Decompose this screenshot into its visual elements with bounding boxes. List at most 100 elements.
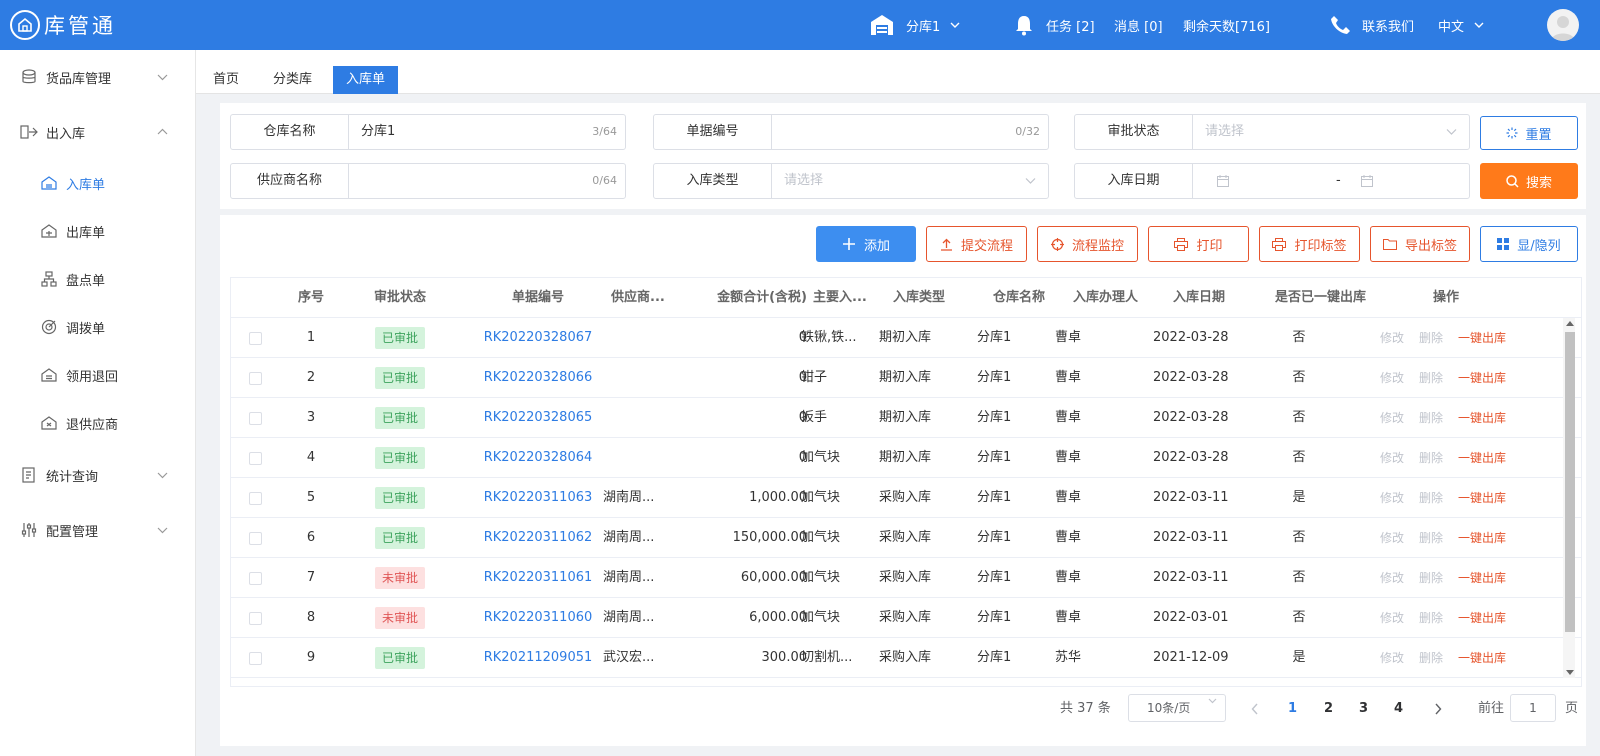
export-label-button[interactable]: 导出标签 (1370, 226, 1470, 262)
delete-link[interactable]: 删除 (1419, 558, 1449, 598)
contact-link[interactable]: 联系我们 (1362, 0, 1414, 50)
doc-no-link[interactable]: RK20220311061 (463, 558, 613, 598)
scroll-down-icon[interactable] (1566, 670, 1574, 676)
doc-no-input[interactable] (784, 115, 984, 149)
doc-no-link[interactable]: RK20220328065 (463, 398, 613, 438)
edit-link[interactable]: 修改 (1380, 638, 1410, 678)
add-button[interactable]: 添加 (816, 226, 916, 262)
row-checkbox[interactable] (249, 612, 262, 625)
print-label-button[interactable]: 打印标签 (1259, 226, 1360, 262)
row-checkbox[interactable] (249, 492, 262, 505)
warehouse-name-input[interactable]: 分库1 (361, 115, 395, 149)
column-header[interactable]: 是否已一键出库 (1275, 278, 1389, 318)
edit-link[interactable]: 修改 (1380, 478, 1410, 518)
row-checkbox[interactable] (249, 372, 262, 385)
one-click-out-link[interactable]: 一键出库 (1458, 518, 1518, 558)
doc-no-link[interactable]: RK20211209051 (463, 638, 613, 678)
page-number[interactable]: 4 (1394, 694, 1403, 724)
warehouse-switcher[interactable]: 分库1 (870, 0, 960, 50)
sidebar-item-inbound[interactable]: 入库单 (0, 164, 196, 202)
table-scrollbar[interactable] (1563, 318, 1575, 678)
table-row[interactable]: 9 已审批 RK20211209051 武汉宏... 300.00 切割机... 采购入库 分… (231, 638, 1581, 678)
one-click-out-link[interactable]: 一键出库 (1458, 478, 1518, 518)
one-click-out-link[interactable]: 一键出库 (1458, 318, 1518, 358)
row-checkbox[interactable] (249, 652, 262, 665)
doc-no-link[interactable]: RK20220328066 (463, 358, 613, 398)
table-row[interactable]: 1 已审批 RK20220328067 0 铁锹,铁... 期初入库 分库1 曹卓 2022-0… (231, 318, 1581, 358)
column-header[interactable]: 入库办理人 (1073, 278, 1165, 318)
edit-link[interactable]: 修改 (1380, 318, 1410, 358)
one-click-out-link[interactable]: 一键出库 (1458, 398, 1518, 438)
sidebar-item-inout[interactable]: 出入库 (0, 113, 196, 151)
tab-inbound[interactable]: 入库单 (333, 66, 399, 94)
page-number[interactable]: 3 (1359, 694, 1368, 724)
row-checkbox[interactable] (249, 332, 262, 345)
column-header[interactable]: 入库类型 (893, 278, 973, 318)
doc-no-link[interactable]: RK20220311060 (463, 598, 613, 638)
row-checkbox[interactable] (249, 572, 262, 585)
sidebar-item-return-supplier[interactable]: 退供应商 (0, 404, 196, 442)
prev-page-icon[interactable] (1251, 694, 1259, 724)
table-row[interactable]: 5 已审批 RK20220311063 湖南周... 1,000.00 加气块 采购入库 分库… (231, 478, 1581, 518)
page-number[interactable]: 2 (1324, 694, 1333, 724)
sidebar-item-config[interactable]: 配置管理 (0, 511, 196, 549)
edit-link[interactable]: 修改 (1380, 398, 1410, 438)
sidebar-item-transfer[interactable]: 调拨单 (0, 308, 196, 346)
table-row[interactable]: 2 已审批 RK20220328066 0 钳子 期初入库 分库1 曹卓 2022-03-28 否… (231, 358, 1581, 398)
delete-link[interactable]: 删除 (1419, 598, 1449, 638)
supplier-name-input[interactable] (361, 164, 561, 198)
row-checkbox[interactable] (249, 532, 262, 545)
edit-link[interactable]: 修改 (1380, 438, 1410, 478)
app-logo[interactable]: 库管通 (10, 9, 116, 41)
language-switcher[interactable]: 中文 (1438, 0, 1484, 50)
doc-no-link[interactable]: RK20220311063 (463, 478, 613, 518)
page-size-select[interactable]: 10条/页 (1128, 694, 1226, 722)
scroll-up-icon[interactable] (1566, 320, 1574, 326)
column-header[interactable]: 入库日期 (1173, 278, 1263, 318)
delete-link[interactable]: 删除 (1419, 638, 1449, 678)
delete-link[interactable]: 删除 (1419, 398, 1449, 438)
reset-button[interactable]: 重置 (1480, 116, 1578, 150)
edit-link[interactable]: 修改 (1380, 598, 1410, 638)
tasks-link[interactable]: 任务 [2] (1046, 0, 1095, 50)
goto-page-input[interactable]: 1 (1510, 694, 1556, 722)
one-click-out-link[interactable]: 一键出库 (1458, 598, 1518, 638)
edit-link[interactable]: 修改 (1380, 358, 1410, 398)
monitor-flow-button[interactable]: 流程监控 (1037, 226, 1138, 262)
scrollbar-thumb[interactable] (1565, 332, 1575, 632)
submit-flow-button[interactable]: 提交流程 (926, 226, 1027, 262)
sidebar-item-statistics[interactable]: 统计查询 (0, 456, 196, 494)
bell-icon[interactable] (1014, 0, 1034, 50)
search-button[interactable]: 搜索 (1480, 163, 1578, 199)
doc-no-link[interactable]: RK20220311062 (463, 518, 613, 558)
row-checkbox[interactable] (249, 452, 262, 465)
sidebar-item-outbound[interactable]: 出库单 (0, 212, 196, 250)
doc-no-link[interactable]: RK20220328067 (463, 318, 613, 358)
avatar[interactable] (1547, 9, 1579, 41)
edit-link[interactable]: 修改 (1380, 518, 1410, 558)
calendar-icon[interactable] (1361, 175, 1373, 187)
one-click-out-link[interactable]: 一键出库 (1458, 558, 1518, 598)
one-click-out-link[interactable]: 一键出库 (1458, 638, 1518, 678)
one-click-out-link[interactable]: 一键出库 (1458, 438, 1518, 478)
one-click-out-link[interactable]: 一键出库 (1458, 358, 1518, 398)
print-button[interactable]: 打印 (1148, 226, 1249, 262)
sidebar-item-stocktake[interactable]: 盘点单 (0, 260, 196, 298)
toggle-columns-button[interactable]: 显/隐列 (1480, 226, 1578, 262)
sidebar-item-return-use[interactable]: 领用退回 (0, 356, 196, 394)
table-row[interactable]: 7 未审批 RK20220311061 湖南周... 60,000.00 加气块 采购入库 分… (231, 558, 1581, 598)
column-header[interactable]: 金额合计(含税) (677, 278, 807, 318)
tab-home[interactable]: 首页 (200, 66, 252, 94)
table-row[interactable]: 4 已审批 RK20220328064 0 加气块 期初入库 分库1 曹卓 2022-03-28… (231, 438, 1581, 478)
table-row[interactable]: 6 已审批 RK20220311062 湖南周... 150,000.00 加气块 采购入库… (231, 518, 1581, 558)
column-header[interactable]: 单据编号 (463, 278, 613, 318)
delete-link[interactable]: 删除 (1419, 358, 1449, 398)
messages-link[interactable]: 消息 [0] (1114, 0, 1163, 50)
table-row[interactable]: 8 未审批 RK20220311060 湖南周... 6,000.00 加气块 采购入库 分库… (231, 598, 1581, 638)
row-checkbox[interactable] (249, 412, 262, 425)
edit-link[interactable]: 修改 (1380, 558, 1410, 598)
calendar-icon[interactable] (1217, 175, 1229, 187)
sidebar-item-goods-management[interactable]: 货品库管理 (0, 58, 196, 96)
page-number[interactable]: 1 (1288, 694, 1297, 724)
delete-link[interactable]: 删除 (1419, 478, 1449, 518)
